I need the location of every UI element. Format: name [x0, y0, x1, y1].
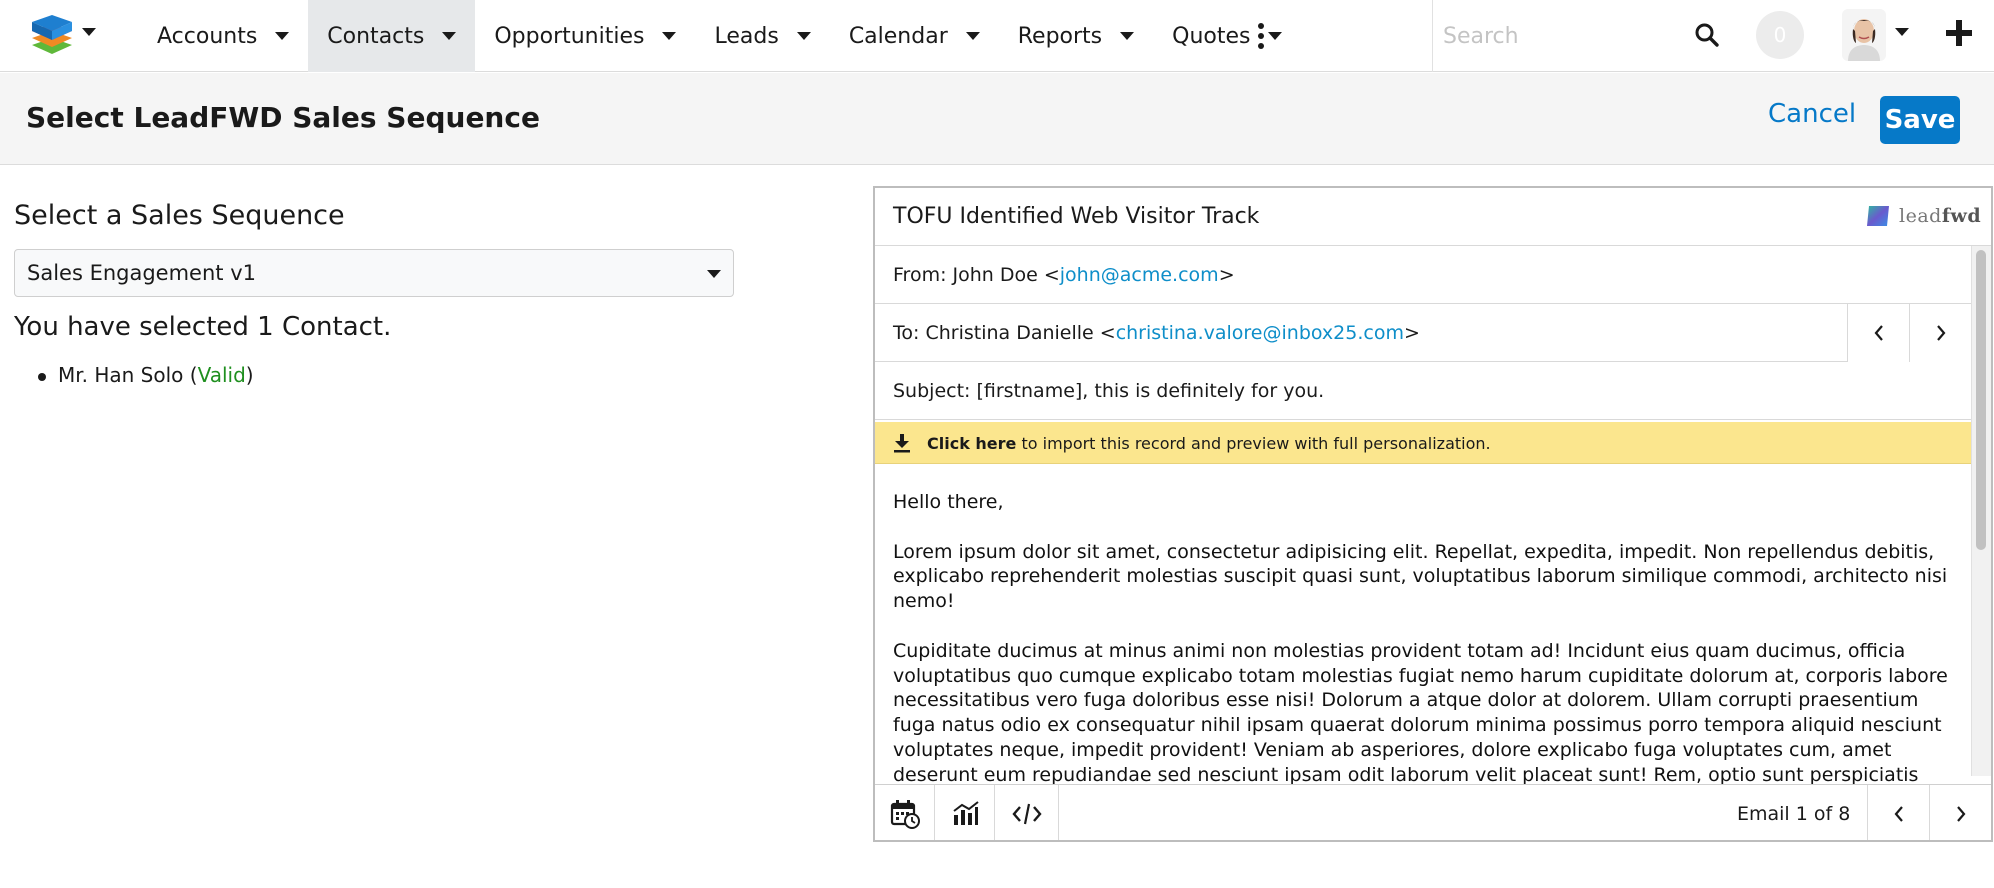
- email-paragraph: Lorem ipsum dolor sit amet, consectetur …: [893, 540, 1948, 613]
- email-subject-row: Subject: [firstname], this is definitely…: [875, 362, 1971, 420]
- nav-item-label: Contacts: [327, 23, 425, 49]
- to-email-link[interactable]: christina.valore@inbox25.com: [1116, 322, 1404, 344]
- previous-recipient-button[interactable]: [1847, 304, 1909, 362]
- selected-contacts-list: Mr. Han Solo (Valid): [38, 363, 254, 387]
- selected-count-text: You have selected 1 Contact.: [14, 312, 392, 342]
- main-nav: Accounts Contacts Opportunities Leads Ca…: [138, 0, 1301, 72]
- nav-item-opportunities[interactable]: Opportunities: [475, 0, 695, 72]
- top-navigation: Accounts Contacts Opportunities Leads Ca…: [0, 0, 1994, 72]
- email-preview-header: TOFU Identified Web Visitor Track leadfw…: [875, 188, 1991, 246]
- list-item: Mr. Han Solo (Valid): [38, 363, 254, 387]
- to-prefix: To: Christina Danielle <: [893, 322, 1116, 344]
- from-email-link[interactable]: john@acme.com: [1060, 264, 1219, 286]
- more-menu-icon[interactable]: [1254, 20, 1268, 52]
- notice-text: to import this record and preview with f…: [1016, 434, 1491, 453]
- nav-item-contacts[interactable]: Contacts: [308, 0, 476, 72]
- next-email-button[interactable]: [1929, 785, 1991, 840]
- email-from-row: From: John Doe <john@acme.com>: [875, 246, 1971, 304]
- search-icon[interactable]: [1694, 22, 1720, 48]
- chevron-down-icon[interactable]: [1120, 32, 1135, 40]
- chevron-down-icon[interactable]: [796, 32, 811, 40]
- page-header: Select LeadFWD Sales Sequence Cancel Sav…: [0, 73, 1994, 165]
- leadfwd-logo: leadfwd: [1865, 204, 1981, 228]
- avatar[interactable]: [1842, 9, 1886, 61]
- download-icon: [894, 434, 910, 453]
- brand-text-bold: fwd: [1941, 205, 1982, 227]
- nav-item-label: Calendar: [848, 23, 948, 49]
- page-title: Select LeadFWD Sales Sequence: [26, 101, 540, 134]
- sequence-select-value: Sales Engagement v1: [27, 261, 256, 285]
- user-menu-chevron-down-icon[interactable]: [1895, 28, 1909, 36]
- chevron-right-icon: [1956, 806, 1965, 822]
- code-icon: [1011, 803, 1042, 825]
- nav-item-calendar[interactable]: Calendar: [830, 0, 999, 72]
- search-input[interactable]: [1443, 18, 1643, 54]
- cancel-button[interactable]: Cancel: [1768, 99, 1856, 129]
- bar-chart-icon: [952, 801, 979, 825]
- email-to-row: To: Christina Danielle <christina.valore…: [875, 304, 1971, 362]
- chevron-down-icon[interactable]: [965, 32, 980, 40]
- nav-item-accounts[interactable]: Accounts: [138, 0, 308, 72]
- sequence-select[interactable]: Sales Engagement v1: [14, 249, 734, 297]
- email-greeting: Hello there,: [893, 491, 1004, 513]
- track-title: TOFU Identified Web Visitor Track: [893, 204, 1260, 229]
- nav-item-label: Leads: [714, 23, 779, 49]
- email-counter: Email 1 of 8: [1737, 803, 1851, 825]
- chevron-right-icon: [1936, 325, 1945, 341]
- email-preview-panel: TOFU Identified Web Visitor Track leadfw…: [873, 186, 1993, 842]
- brand-text-light: lead: [1899, 205, 1942, 227]
- chevron-down-icon[interactable]: [275, 32, 290, 40]
- chevron-down-icon[interactable]: [707, 270, 721, 278]
- nav-item-label: Opportunities: [494, 23, 645, 49]
- view-source-button[interactable]: [995, 785, 1059, 840]
- chevron-down-icon[interactable]: [662, 32, 677, 40]
- app-menu-chevron-down-icon[interactable]: [82, 28, 96, 36]
- plus-icon[interactable]: [1944, 18, 1974, 48]
- contact-name: Mr. Han Solo: [58, 363, 184, 387]
- email-body-scrollbar[interactable]: [1971, 246, 1991, 776]
- nav-item-label: Accounts: [157, 23, 258, 49]
- nav-item-reports[interactable]: Reports: [999, 0, 1153, 72]
- chevron-left-icon: [1894, 806, 1903, 822]
- calendar-clock-icon: [890, 800, 920, 829]
- app-logo-icon[interactable]: [30, 12, 74, 56]
- from-prefix: From: John Doe <: [893, 264, 1060, 286]
- analytics-button[interactable]: [935, 785, 995, 840]
- nav-item-leads[interactable]: Leads: [695, 0, 829, 72]
- scrollbar-thumb[interactable]: [1976, 250, 1986, 550]
- next-recipient-button[interactable]: [1909, 304, 1971, 362]
- nav-item-label: Reports: [1017, 23, 1103, 49]
- schedule-button[interactable]: [875, 785, 935, 840]
- nav-item-label: Quotes: [1172, 23, 1251, 49]
- chevron-left-icon: [1874, 325, 1883, 341]
- previous-email-button[interactable]: [1867, 785, 1929, 840]
- chevron-down-icon[interactable]: [442, 32, 457, 40]
- leadfwd-logo-icon: [1867, 206, 1889, 226]
- email-preview-footer: Email 1 of 8: [875, 784, 1991, 840]
- sequence-select-label: Select a Sales Sequence: [14, 200, 345, 231]
- import-link[interactable]: Click here: [927, 434, 1016, 453]
- notification-badge[interactable]: 0: [1756, 11, 1804, 59]
- global-search: [1432, 0, 1722, 72]
- nav-item-quotes[interactable]: Quotes: [1153, 0, 1301, 72]
- email-subject: Subject: [firstname], this is definitely…: [893, 380, 1325, 402]
- save-button[interactable]: Save: [1880, 96, 1960, 144]
- import-notice[interactable]: Click here to import this record and pre…: [875, 422, 1971, 464]
- contact-status: Valid: [197, 363, 246, 387]
- chevron-down-icon[interactable]: [1268, 32, 1283, 40]
